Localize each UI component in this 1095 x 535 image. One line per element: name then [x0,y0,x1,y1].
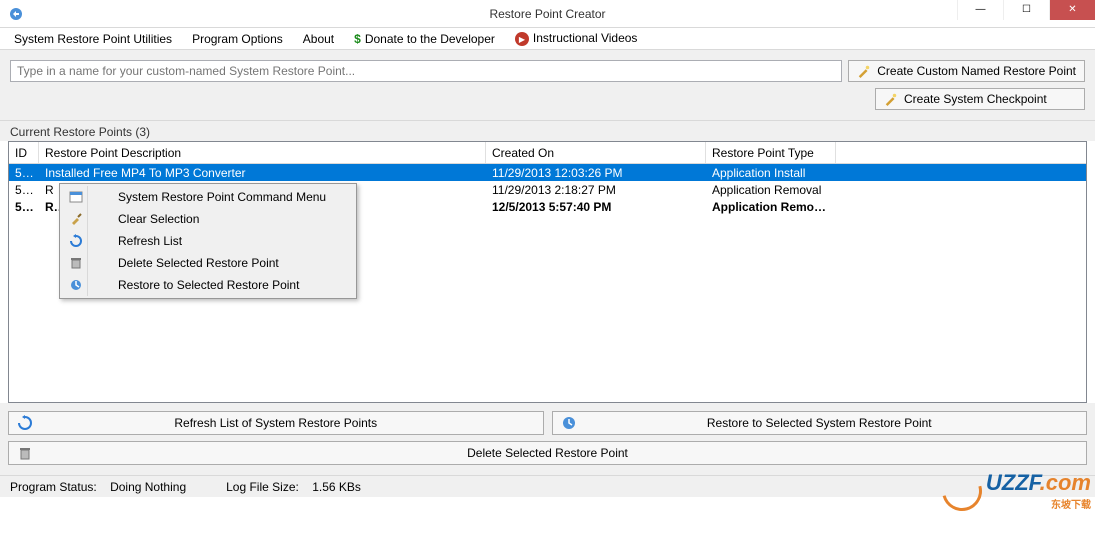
close-icon: ✕ [1068,5,1076,15]
col-spacer [836,142,1086,163]
minimize-button[interactable]: — [957,0,1003,20]
context-menu-clear[interactable]: Clear Selection [62,208,354,230]
menu-donate[interactable]: $ Donate to the Developer [344,29,505,49]
status-program: Program Status: Doing Nothing [10,480,186,494]
col-created[interactable]: Created On [486,142,706,163]
window-controls: — ☐ ✕ [957,0,1095,20]
status-log-label: Log File Size: [226,480,299,494]
col-id[interactable]: ID [9,142,39,163]
restore-selected-button[interactable]: Restore to Selected System Restore Point [552,411,1088,435]
menu-about[interactable]: About [293,29,344,49]
cell-created: 11/29/2013 12:03:26 PM [486,165,706,181]
context-menu-gutter [62,186,88,296]
menubar: System Restore Point Utilities Program O… [0,28,1095,50]
maximize-icon: ☐ [1022,5,1031,15]
play-icon: ▶ [515,32,529,46]
trash-icon [17,445,33,461]
col-desc[interactable]: Restore Point Description [39,142,486,163]
titlebar: Restore Point Creator — ☐ ✕ [0,0,1095,28]
context-menu-delete[interactable]: Delete Selected Restore Point [62,252,354,274]
context-menu-restore-label: Restore to Selected Restore Point [118,278,299,292]
swirl-icon [935,463,990,518]
context-menu: System Restore Point Command Menu Clear … [59,183,357,299]
statusbar: Program Status: Doing Nothing Log File S… [0,475,1095,497]
cell-created: 12/5/2013 5:57:40 PM [486,199,706,215]
col-type[interactable]: Restore Point Type [706,142,836,163]
create-checkpoint-button[interactable]: Create System Checkpoint [875,88,1085,110]
context-menu-restore[interactable]: Restore to Selected Restore Point [62,274,354,296]
wand-icon [857,64,871,78]
context-menu-header: System Restore Point Command Menu [62,186,354,208]
watermark-text-a: UZZF [986,470,1040,495]
menu-videos[interactable]: ▶ Instructional Videos [505,28,648,50]
cell-id: 577 [9,182,39,198]
status-log: Log File Size: 1.56 KBs [226,480,361,494]
wand-icon [884,92,898,106]
watermark-text-b: .com [1040,470,1091,495]
bottom-panel: Refresh List of System Restore Points Re… [0,403,1095,475]
create-custom-button[interactable]: Create Custom Named Restore Point [848,60,1085,82]
app-icon [8,6,24,22]
context-menu-header-label: System Restore Point Command Menu [118,190,326,204]
restore-selected-label: Restore to Selected System Restore Point [707,416,932,430]
watermark-tagline: 东坡下载 [986,496,1091,511]
context-menu-clear-label: Clear Selection [118,212,199,226]
refresh-icon [17,415,33,431]
status-log-value: 1.56 KBs [312,480,361,494]
cell-id: 576 [9,165,39,181]
cell-type: Application Install [706,165,836,181]
status-program-label: Program Status: [10,480,97,494]
maximize-button[interactable]: ☐ [1003,0,1049,20]
refresh-list-label: Refresh List of System Restore Points [174,416,377,430]
create-custom-label: Create Custom Named Restore Point [877,64,1076,78]
restore-icon [561,415,577,431]
menu-videos-label: Instructional Videos [533,31,638,45]
context-menu-delete-label: Delete Selected Restore Point [118,256,279,270]
table-row[interactable]: 576 Installed Free MP4 To MP3 Converter … [9,164,1086,181]
cell-type: Application Removal [706,182,836,198]
restore-point-name-input[interactable] [10,60,842,82]
context-menu-refresh[interactable]: Refresh List [62,230,354,252]
window-title: Restore Point Creator [0,7,1095,21]
cell-id: 5… [9,199,39,215]
minimize-icon: — [976,5,986,15]
cell-created: 11/29/2013 2:18:27 PM [486,182,706,198]
refresh-list-button[interactable]: Refresh List of System Restore Points [8,411,544,435]
dollar-icon: $ [354,32,361,46]
status-program-value: Doing Nothing [110,480,186,494]
context-menu-refresh-label: Refresh List [118,234,182,248]
menu-donate-label: Donate to the Developer [365,32,495,46]
section-label: Current Restore Points (3) [0,121,1095,141]
cell-desc: Installed Free MP4 To MP3 Converter [39,165,486,181]
close-button[interactable]: ✕ [1049,0,1095,20]
watermark: UZZF.com 东坡下载 [942,470,1091,511]
menu-options[interactable]: Program Options [182,29,293,49]
cell-type: Application Remo… [706,199,836,215]
delete-selected-button[interactable]: Delete Selected Restore Point [8,441,1087,465]
create-checkpoint-label: Create System Checkpoint [904,92,1047,106]
menu-utilities[interactable]: System Restore Point Utilities [4,29,182,49]
toolbar: Create Custom Named Restore Point Create… [0,50,1095,121]
delete-selected-label: Delete Selected Restore Point [467,446,628,460]
table-header: ID Restore Point Description Created On … [9,142,1086,164]
